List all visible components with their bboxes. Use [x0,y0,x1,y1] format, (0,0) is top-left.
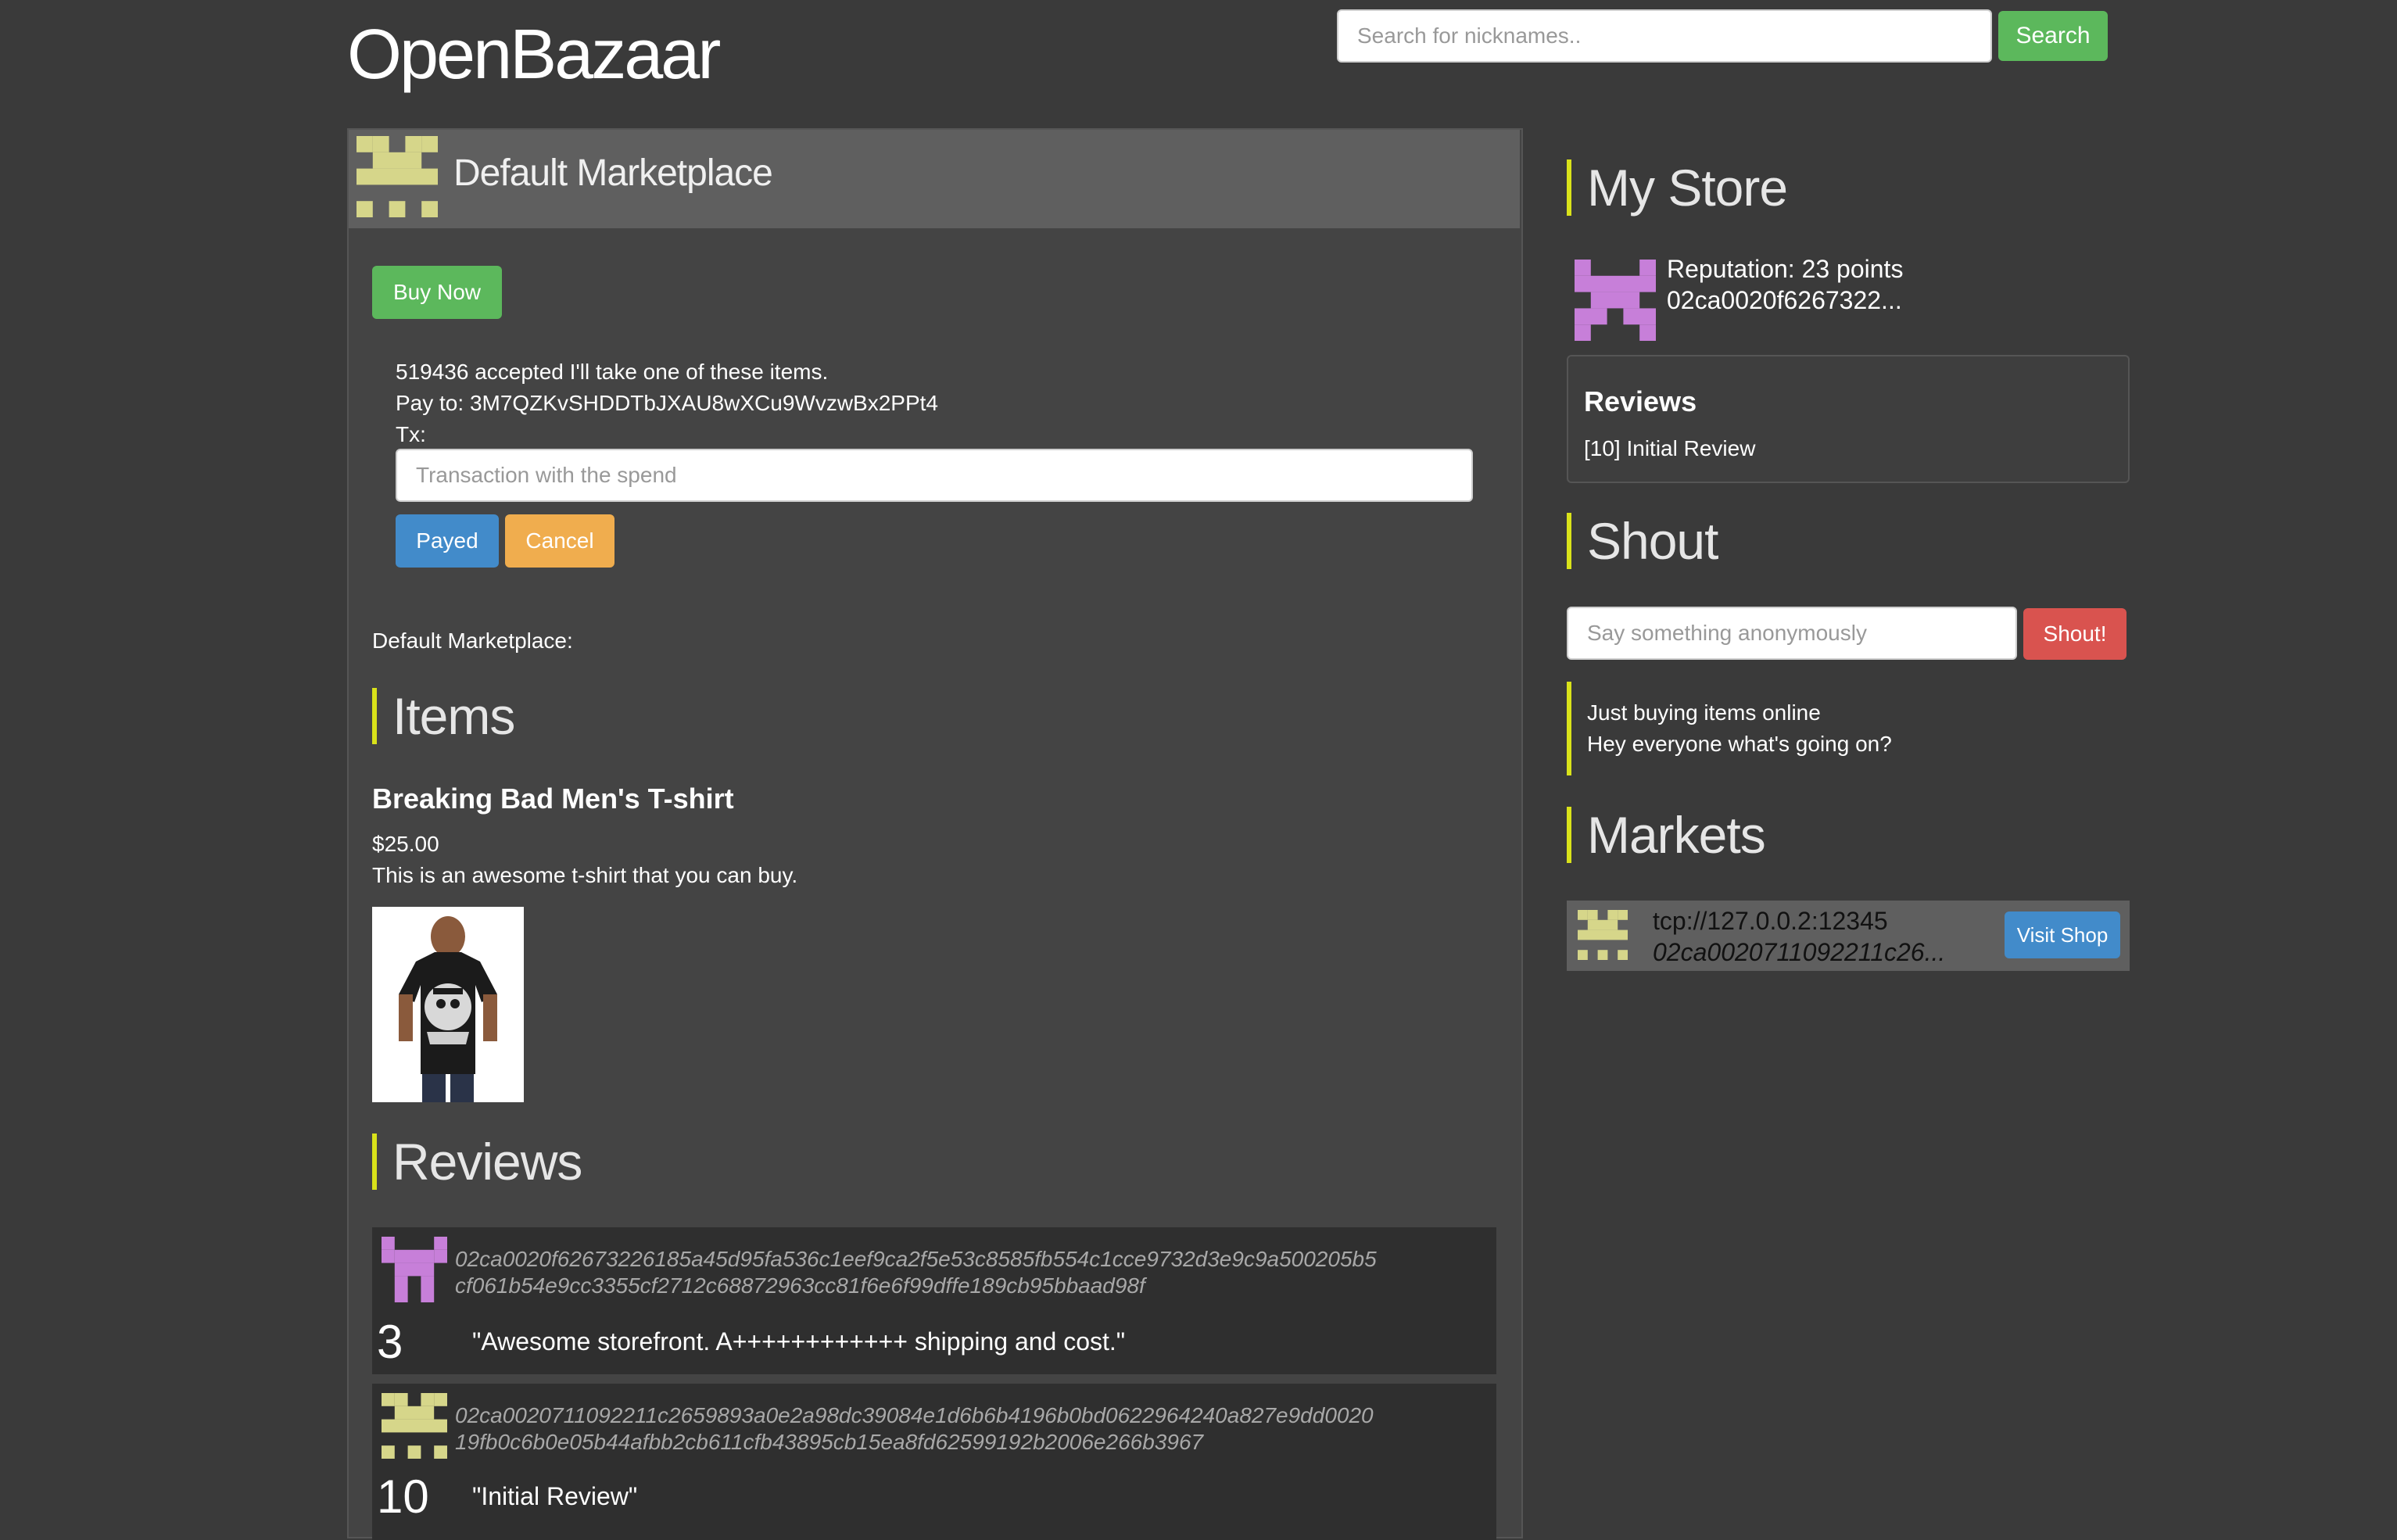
item-name[interactable]: Breaking Bad Men's T-shirt [372,780,734,818]
payed-button[interactable]: Payed [396,514,499,568]
reviewer-identicon-icon [382,1393,447,1459]
shout-button[interactable]: Shout! [2023,608,2126,660]
search-button[interactable]: Search [1998,11,2108,61]
my-store-heading: My Store [1567,159,1788,216]
shout-list: Just buying items online Hey everyone wh… [1567,682,1892,775]
reviewer-identicon-icon [382,1237,447,1302]
market-identicon-icon [357,136,438,217]
items-heading: Items [372,688,515,744]
market-title: Default Marketplace [453,152,773,194]
pay-to-address: Pay to: 3M7QZKvSHDDTbJXAU8wXCu9WvzwBx2PP… [396,391,938,415]
reviewer-id-line1: 02ca0020711092211c2659893a0e2a98dc39084e… [455,1403,1374,1427]
review-rating: 3 [377,1316,403,1368]
reviewer-id-line2: 19fb0c6b0e05b44afbb2cb611cfb43895cb15ea8… [455,1430,1204,1454]
store-reviews-title: Reviews [1584,385,1697,417]
store-reputation: Reputation: 23 points [1667,255,1904,283]
item-description: This is an awesome t-shirt that you can … [372,863,798,887]
reviews-heading: Reviews [372,1134,582,1190]
store-id: 02ca0020f6267322... [1667,286,1902,314]
reviewer-id-line2: cf061b54e9cc3355cf2712c68872963cc81f6e6f… [455,1273,1145,1298]
nickname-search-input[interactable] [1337,9,1992,63]
review-rating: 10 [377,1470,429,1523]
item-price: $25.00 [372,832,439,856]
shout-heading: Shout [1567,513,1718,569]
visit-shop-button[interactable]: Visit Shop [2005,911,2120,958]
store-identicon-icon [1575,260,1656,341]
marketplace-label: Default Marketplace: [372,629,573,653]
markets-heading: Markets [1567,807,1766,863]
review-text: "Awesome storefront. A++++++++++++ shipp… [472,1327,1126,1356]
store-review-entry[interactable]: [10] Initial Review [1584,433,1755,464]
transaction-input[interactable] [396,449,1473,502]
app-logo[interactable]: OpenBazaar [347,14,721,95]
cancel-button[interactable]: Cancel [505,514,614,568]
market-entry-id: 02ca0020711092211c26... [1653,938,1946,966]
tx-label: Tx: [396,422,426,446]
shout-message: Hey everyone what's going on? [1587,732,1892,756]
tshirt-image-icon [399,916,497,1102]
reviewer-id-line1: 02ca0020f62673226185a45d95fa536c1eef9ca2… [455,1247,1377,1271]
item-image[interactable] [372,907,524,1102]
buy-now-button[interactable]: Buy Now [372,266,502,319]
market-entry-identicon-icon [1578,910,1628,960]
market-entry-address: tcp://127.0.0.2:12345 [1653,907,1888,935]
review-text: "Initial Review" [472,1482,638,1510]
shout-input[interactable] [1567,607,2017,660]
shout-message: Just buying items online [1587,700,1821,725]
order-message: 519436 accepted I'll take one of these i… [396,360,829,384]
